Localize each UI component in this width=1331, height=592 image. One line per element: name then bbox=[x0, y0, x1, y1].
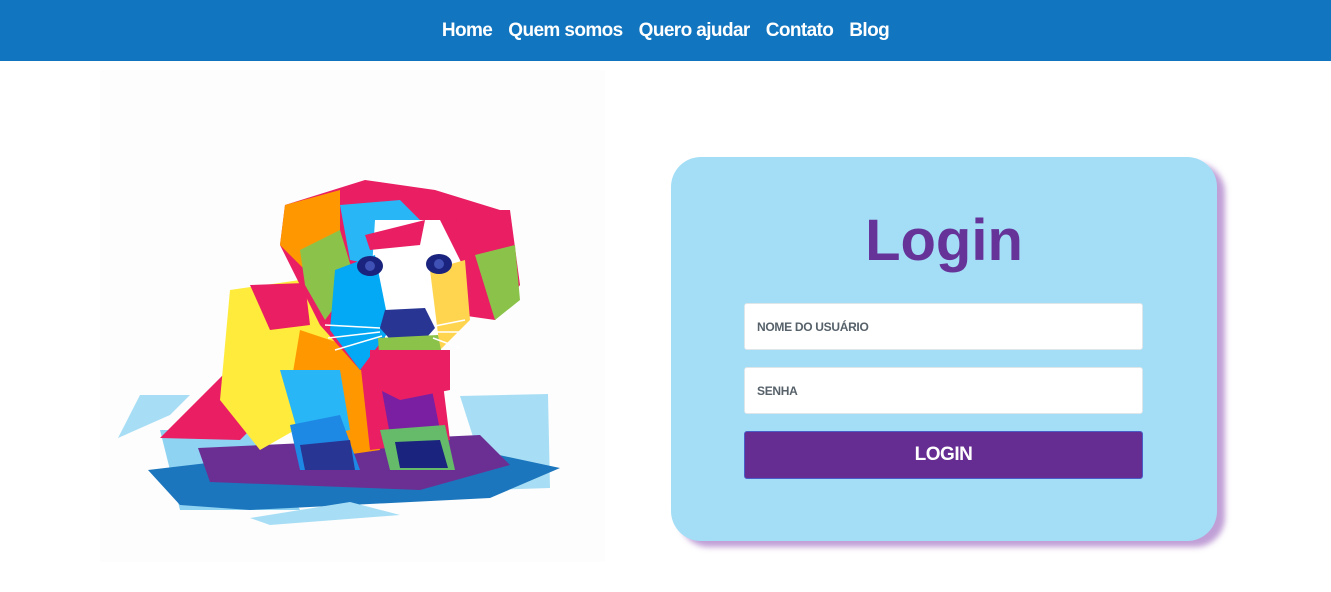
nav-item-home: Home bbox=[442, 20, 493, 42]
puppy-illustration bbox=[100, 70, 605, 562]
nav-menu: Home Quem somos Quero ajudar Contato Blo… bbox=[442, 20, 890, 42]
top-navbar: Home Quem somos Quero ajudar Contato Blo… bbox=[0, 0, 1331, 61]
nav-link-quem-somos[interactable]: Quem somos bbox=[508, 20, 623, 41]
nav-item-contato: Contato bbox=[766, 20, 834, 42]
nav-item-quero-ajudar: Quero ajudar bbox=[639, 20, 751, 42]
login-form: LOGIN bbox=[671, 157, 1217, 541]
nav-item-quem-somos: Quem somos bbox=[508, 20, 623, 42]
puppy-illustration-svg bbox=[118, 180, 560, 525]
username-input[interactable] bbox=[744, 303, 1143, 350]
nav-link-home[interactable]: Home bbox=[442, 20, 493, 41]
login-button[interactable]: LOGIN bbox=[744, 431, 1143, 479]
nav-link-contato[interactable]: Contato bbox=[766, 20, 834, 41]
nav-link-quero-ajudar[interactable]: Quero ajudar bbox=[639, 20, 751, 41]
nav-link-blog[interactable]: Blog bbox=[849, 20, 889, 41]
password-input[interactable] bbox=[744, 367, 1143, 414]
nav-item-blog: Blog bbox=[849, 20, 889, 42]
